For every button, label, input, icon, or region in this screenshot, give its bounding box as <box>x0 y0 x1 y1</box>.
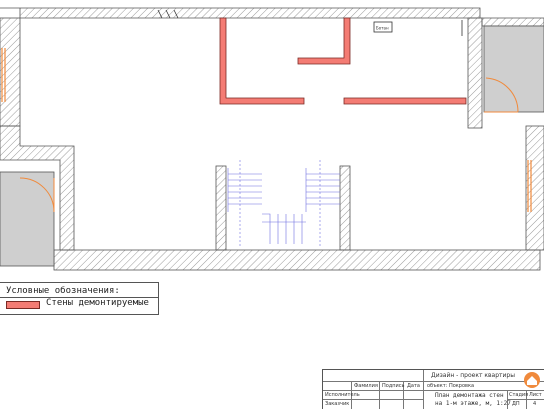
role-executor: Исполнитель <box>325 392 360 398</box>
demolished-walls <box>219 17 467 105</box>
legend-swatch-demolish <box>6 301 40 309</box>
col-stage: Стадия <box>509 392 529 398</box>
demolish-wall-right <box>343 97 467 105</box>
demolish-wall-left <box>219 17 305 105</box>
right-side-room <box>483 25 544 113</box>
bath-label: Ботан <box>376 26 389 31</box>
bottom-wall <box>53 249 541 271</box>
stair-wall-right <box>339 165 351 251</box>
legend-heading: Условные обозначения: <box>6 286 120 296</box>
client-name: объект: Покровка <box>427 383 475 389</box>
exterior-walls <box>0 7 544 271</box>
demolish-wall-mid <box>297 17 351 65</box>
floor-plan: Ботан <box>0 7 544 271</box>
left-side-room <box>0 171 55 267</box>
sheet-value: 4 <box>533 401 537 407</box>
windows <box>1 48 532 212</box>
right-wall <box>525 125 544 251</box>
sheet-title-line-1: План демонтажа стен <box>435 392 504 399</box>
col-signature: Подпись <box>382 383 405 389</box>
col-sheet: Лист <box>529 392 542 398</box>
sheet-title-line-2: на 1-м этаже, м, 1:27 <box>435 400 511 407</box>
legend: Условные обозначения: Стены демонтируемы… <box>0 282 159 315</box>
right-partition <box>467 17 483 129</box>
legend-item-label: Стены демонтируемые <box>46 298 149 308</box>
stage-value: ДП <box>512 401 520 407</box>
col-date: Дата <box>407 383 420 389</box>
role-customer: Заказчик <box>325 401 350 407</box>
staircase <box>227 160 340 248</box>
company-logo <box>524 372 540 388</box>
stair-wall-left <box>215 165 227 251</box>
top-wall <box>0 7 481 19</box>
col-surname: Фамилия <box>354 383 378 389</box>
project-title: Дизайн - проект квартиры <box>431 372 515 379</box>
title-block: Дизайн - проект квартиры объект: Покровк… <box>322 369 544 409</box>
right-wall-upper <box>481 17 544 27</box>
left-wall-upper <box>0 17 21 127</box>
